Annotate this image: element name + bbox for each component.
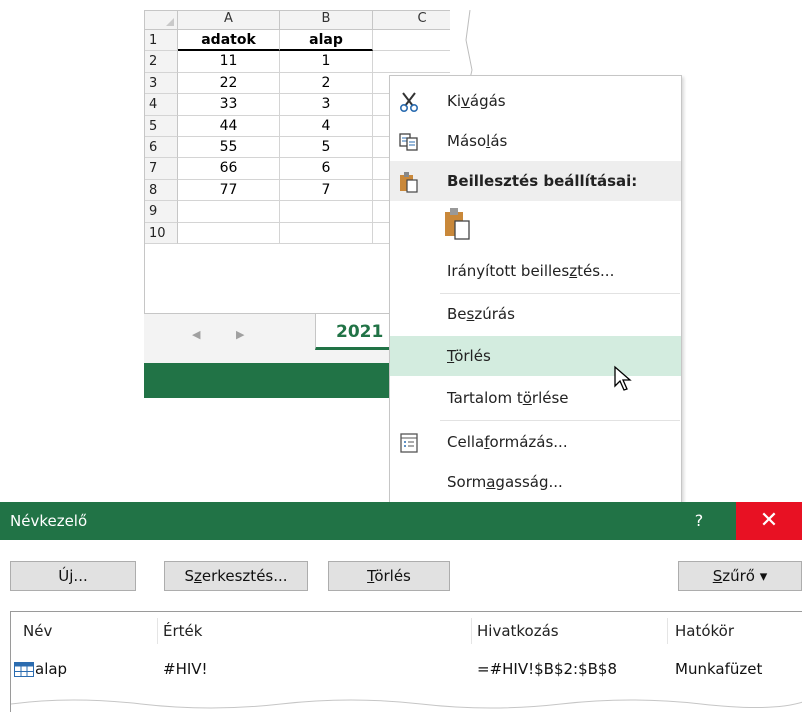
- row-header[interactable]: 10: [145, 222, 178, 244]
- menu-item-paste-special-label: Irányított beillesztés...: [447, 262, 615, 280]
- close-button[interactable]: ✕: [736, 502, 802, 540]
- menu-item-format-cells[interactable]: Cellaformázás...: [390, 422, 681, 462]
- cell-a2[interactable]: 11: [178, 51, 280, 73]
- cell-b3[interactable]: 2: [280, 72, 373, 95]
- torn-bottom-edge: [11, 699, 802, 714]
- clipboard-icon: [400, 172, 418, 193]
- table-icon: [14, 662, 34, 677]
- menu-item-cut-label: Kivágás: [447, 92, 506, 110]
- dialog-title: Névkezelő: [10, 512, 88, 530]
- scope-cell: Munkafüzet: [675, 660, 763, 678]
- column-header-b[interactable]: B: [280, 11, 373, 30]
- cell-b2[interactable]: 1: [280, 51, 373, 73]
- cell-a7[interactable]: 66: [178, 158, 280, 180]
- row-header[interactable]: 7: [145, 158, 178, 180]
- column-header-refers-to[interactable]: Hivatkozás: [477, 622, 559, 640]
- filter-button[interactable]: Szűrő ▾: [678, 561, 802, 591]
- menu-item-insert[interactable]: Beszúrás: [390, 294, 681, 334]
- cell-b7[interactable]: 6: [280, 158, 373, 180]
- menu-item-cut[interactable]: Kivágás: [390, 81, 681, 121]
- cell-a9[interactable]: [178, 201, 280, 223]
- column-header-name[interactable]: Név: [23, 622, 52, 640]
- column-divider: [667, 618, 668, 644]
- row-header[interactable]: 2: [145, 51, 178, 73]
- mouse-cursor-icon: [614, 365, 632, 391]
- scissors-icon: [399, 92, 419, 113]
- cell-a1[interactable]: adatok: [178, 30, 280, 52]
- cell-b6[interactable]: 5: [280, 137, 373, 159]
- paste-clipboard-icon: [445, 208, 470, 240]
- cell-b5[interactable]: 4: [280, 115, 373, 137]
- row-header[interactable]: 1: [145, 30, 178, 52]
- menu-item-row-height[interactable]: Sormagasság...: [390, 462, 681, 502]
- help-button[interactable]: ?: [684, 502, 714, 540]
- row-header[interactable]: 6: [145, 137, 178, 159]
- menu-item-copy-label: Másolás: [447, 132, 508, 150]
- cell-a3[interactable]: 22: [178, 72, 280, 95]
- delete-button[interactable]: Törlés: [328, 561, 450, 591]
- format-cells-icon: [400, 433, 418, 453]
- tab-scroll-right-icon[interactable]: ▶: [236, 328, 244, 341]
- cell-b8[interactable]: 7: [280, 179, 373, 202]
- cell-b10[interactable]: [280, 222, 373, 244]
- row-header[interactable]: 4: [145, 94, 178, 116]
- cell-a5[interactable]: 44: [178, 115, 280, 137]
- paste-button[interactable]: [442, 206, 472, 242]
- context-menu: Kivágás Másolás Beillesztés beállításai:…: [389, 75, 682, 503]
- column-divider: [157, 618, 158, 644]
- copy-icon: [399, 133, 418, 151]
- column-header-scope[interactable]: Hatókör: [675, 622, 734, 640]
- tab-scroll-left-icon[interactable]: ◀: [192, 328, 200, 341]
- cell-a10[interactable]: [178, 222, 280, 244]
- new-button[interactable]: Új...: [10, 561, 136, 591]
- cell-b9[interactable]: [280, 201, 373, 223]
- menu-item-format-cells-label: Cellaformázás...: [447, 433, 568, 451]
- menu-item-row-height-label: Sormagasság...: [447, 473, 563, 491]
- row-header[interactable]: 8: [145, 179, 178, 202]
- menu-item-clear-contents-label: Tartalom törlése: [447, 389, 569, 407]
- column-header-a[interactable]: A: [178, 11, 280, 30]
- row-header[interactable]: 9: [145, 201, 178, 223]
- row-header[interactable]: 5: [145, 115, 178, 137]
- cell-b4[interactable]: 3: [280, 94, 373, 116]
- menu-item-delete[interactable]: Törlés: [390, 336, 681, 376]
- cell-a6[interactable]: 55: [178, 137, 280, 159]
- menu-item-clear-contents[interactable]: Tartalom törlése: [390, 378, 681, 418]
- paste-options-header: Beillesztés beállításai:: [390, 161, 681, 201]
- list-row-alap[interactable]: alap #HIV! =#HIV!$B$2:$B$8 Munkafüzet: [11, 652, 802, 686]
- menu-item-copy[interactable]: Másolás: [390, 121, 681, 161]
- menu-item-paste-special[interactable]: Irányított beillesztés...: [390, 251, 681, 291]
- select-all-corner[interactable]: [145, 11, 178, 30]
- name-cell: alap: [35, 660, 68, 678]
- dialog-title-bar: Névkezelő ? ✕: [0, 502, 802, 540]
- menu-item-delete-label: Törlés: [447, 347, 491, 365]
- refers-to-cell: =#HIV!$B$2:$B$8: [477, 660, 618, 678]
- edit-button[interactable]: Szerkesztés...: [164, 561, 308, 591]
- column-divider: [471, 618, 472, 644]
- menu-item-insert-label: Beszúrás: [447, 305, 515, 323]
- names-list: Név Érték Hivatkozás Hatókör alap #HIV! …: [10, 611, 802, 714]
- cell-a4[interactable]: 33: [178, 94, 280, 116]
- menu-separator: [440, 420, 680, 421]
- value-cell: #HIV!: [163, 660, 208, 678]
- row-header[interactable]: 3: [145, 72, 178, 95]
- name-manager-dialog: Névkezelő ? ✕ Új... Szerkesztés... Törlé…: [0, 502, 802, 714]
- column-header-value[interactable]: Érték: [163, 622, 202, 640]
- cell-a8[interactable]: 77: [178, 179, 280, 202]
- cell-b1[interactable]: alap: [280, 30, 373, 52]
